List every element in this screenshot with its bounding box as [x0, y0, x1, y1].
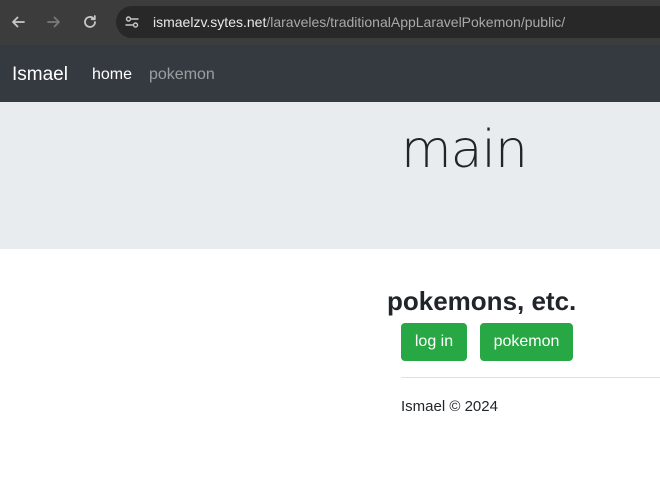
site-navbar: Ismael home pokemon	[0, 45, 660, 102]
jumbotron-title: main	[401, 120, 528, 180]
back-arrow-icon[interactable]	[6, 10, 30, 34]
pokemon-button[interactable]: pokemon	[480, 323, 573, 361]
site-settings-icon[interactable]	[124, 14, 140, 30]
nav-link-pokemon[interactable]: pokemon	[149, 65, 215, 85]
url-host: ismaelzv.sytes.net	[153, 14, 267, 30]
url-text[interactable]: ismaelzv.sytes.net/laraveles/traditional…	[153, 14, 565, 30]
login-button[interactable]: log in	[401, 323, 467, 361]
url-path: /laraveles/traditionalAppLaravelPokemon/…	[266, 14, 566, 30]
footer-divider	[401, 377, 660, 378]
footer-text: Ismael © 2024	[401, 398, 498, 415]
reload-icon[interactable]	[78, 10, 102, 34]
jumbotron: main	[0, 102, 660, 249]
navbar-brand[interactable]: Ismael	[12, 63, 68, 87]
browser-toolbar: ismaelzv.sytes.net/laraveles/traditional…	[0, 0, 660, 45]
content-title: pokemons, etc.	[387, 286, 577, 316]
address-bar[interactable]: ismaelzv.sytes.net/laraveles/traditional…	[116, 6, 660, 38]
nav-link-home[interactable]: home	[92, 65, 132, 85]
forward-arrow-icon[interactable]	[42, 10, 66, 34]
